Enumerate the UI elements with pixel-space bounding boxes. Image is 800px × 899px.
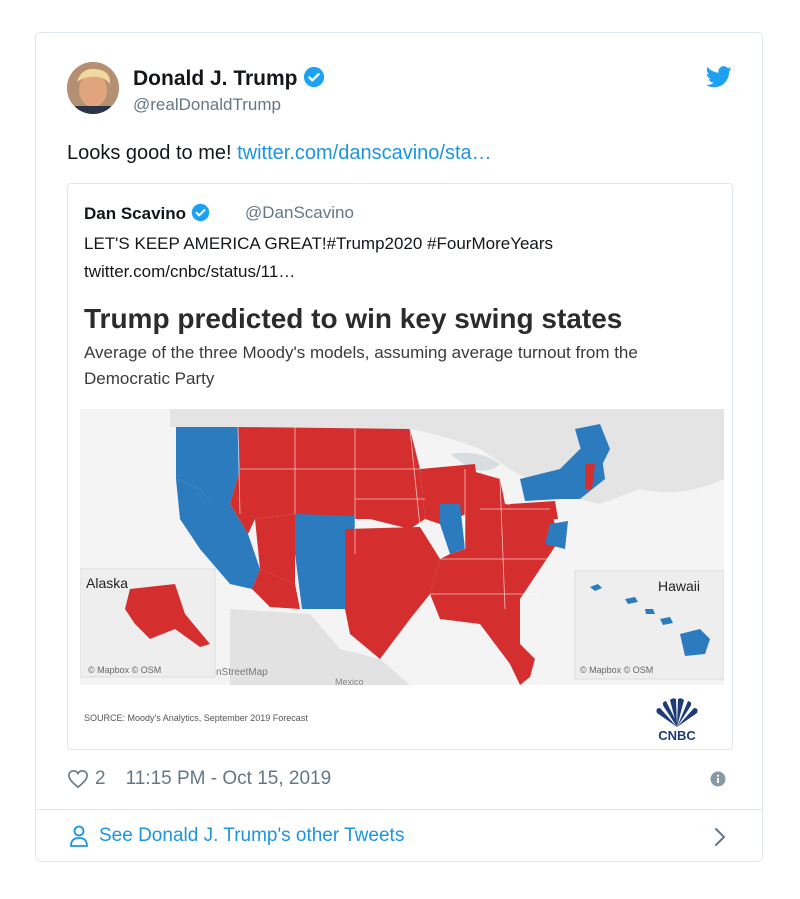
inset-alaska-label: Alaska [86, 575, 128, 591]
quoted-tweet-text: LET'S KEEP AMERICA GREAT!#Trump2020 #Fou… [84, 234, 554, 253]
author-handle[interactable]: @realDonaldTrump [133, 95, 281, 115]
avatar-image [67, 62, 119, 114]
author-name[interactable]: Donald J. Trump [133, 66, 325, 91]
info-icon[interactable] [710, 771, 726, 787]
verified-icon [191, 203, 210, 222]
quoted-author-handle[interactable]: @DanScavino [245, 203, 354, 223]
chevron-right-icon[interactable] [714, 827, 726, 847]
graphic-source: SOURCE: Moody's Analytics, September 201… [84, 713, 308, 723]
person-icon [70, 825, 88, 847]
see-other-tweets-label[interactable]: See Donald J. Trump's other Tweets [99, 825, 404, 847]
election-map: Alaska © Mapbox © OSM nStreetMap Mexico … [80, 409, 724, 685]
heart-icon[interactable] [67, 769, 89, 789]
map-credit-right: © Mapbox © OSM [580, 665, 653, 675]
verified-icon [303, 66, 324, 88]
tweet-meta: 2 11:15 PM - Oct 15, 2019 [67, 768, 331, 790]
see-other-tweets-link[interactable]: See Donald J. Trump's other Tweets [69, 825, 404, 847]
inset-hawaii-label: Hawaii [658, 578, 700, 594]
tweet-link[interactable]: twitter.com/danscavino/sta… [237, 142, 492, 164]
graphic-title: Trump predicted to win key swing states [84, 303, 623, 334]
avatar[interactable] [67, 62, 119, 114]
graphic-subtitle: Average of the three Moody's models, ass… [84, 343, 638, 388]
cnbc-wordmark: CNBC [658, 728, 696, 743]
tweet-timestamp[interactable]: 11:15 PM - Oct 15, 2019 [126, 768, 332, 790]
embedded-tweet-card: Donald J. Trump @realDonaldTrump Looks g… [35, 32, 763, 862]
map-label-mexico: Mexico [335, 677, 364, 685]
map-label-osm: nStreetMap [216, 667, 268, 678]
quoted-author-name[interactable]: Dan Scavino [84, 203, 210, 224]
tweet-text: Looks good to me! twitter.com/danscavino… [67, 142, 492, 164]
map-credit-left: © Mapbox © OSM [88, 665, 161, 675]
twitter-bird-icon[interactable] [706, 66, 732, 88]
quoted-tweet[interactable]: Dan Scavino @DanScavino LET'S KEEP AMERI… [67, 183, 733, 750]
like-count[interactable]: 2 [95, 768, 106, 790]
cnbc-logo: CNBC [656, 698, 698, 743]
quoted-tweet-link[interactable]: twitter.com/cnbc/status/11… [84, 262, 295, 282]
footer-divider [36, 809, 762, 810]
